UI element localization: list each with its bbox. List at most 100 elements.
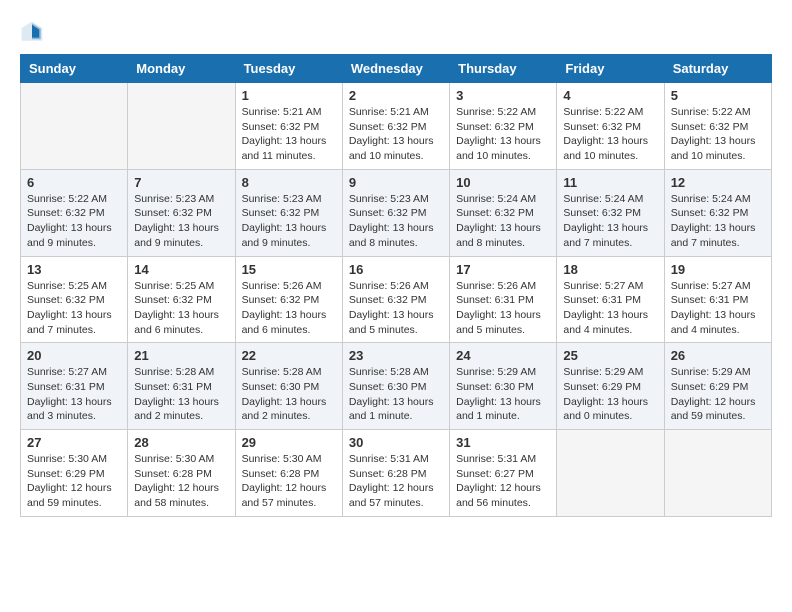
day-info: Sunrise: 5:28 AM Sunset: 6:30 PM Dayligh… xyxy=(349,365,443,424)
day-number: 25 xyxy=(563,348,657,363)
day-number: 31 xyxy=(456,435,550,450)
calendar-cell: 7 Sunrise: 5:23 AM Sunset: 6:32 PM Daylig… xyxy=(128,169,235,256)
day-info: Sunrise: 5:28 AM Sunset: 6:30 PM Dayligh… xyxy=(242,365,336,424)
calendar-week-1: 1 Sunrise: 5:21 AM Sunset: 6:32 PM Daylig… xyxy=(21,83,772,170)
calendar-header-wednesday: Wednesday xyxy=(342,55,449,83)
day-number: 17 xyxy=(456,262,550,277)
day-number: 15 xyxy=(242,262,336,277)
day-info: Sunrise: 5:24 AM Sunset: 6:32 PM Dayligh… xyxy=(456,192,550,251)
day-number: 30 xyxy=(349,435,443,450)
calendar-cell: 14 Sunrise: 5:25 AM Sunset: 6:32 PM Dayli… xyxy=(128,256,235,343)
calendar-cell: 21 Sunrise: 5:28 AM Sunset: 6:31 PM Dayli… xyxy=(128,343,235,430)
day-number: 16 xyxy=(349,262,443,277)
day-number: 13 xyxy=(27,262,121,277)
day-number: 12 xyxy=(671,175,765,190)
calendar-cell: 13 Sunrise: 5:25 AM Sunset: 6:32 PM Dayli… xyxy=(21,256,128,343)
day-info: Sunrise: 5:22 AM Sunset: 6:32 PM Dayligh… xyxy=(27,192,121,251)
day-info: Sunrise: 5:24 AM Sunset: 6:32 PM Dayligh… xyxy=(563,192,657,251)
day-info: Sunrise: 5:23 AM Sunset: 6:32 PM Dayligh… xyxy=(349,192,443,251)
calendar-cell: 15Sunrise: 5:26 AM Sunset: 6:32 PM Dayli… xyxy=(235,256,342,343)
calendar-cell: 23Sunrise: 5:28 AM Sunset: 6:30 PM Dayli… xyxy=(342,343,449,430)
day-number: 11 xyxy=(563,175,657,190)
calendar-cell xyxy=(664,430,771,517)
day-info: Sunrise: 5:30 AM Sunset: 6:28 PM Dayligh… xyxy=(242,452,336,511)
calendar-cell: 28 Sunrise: 5:30 AM Sunset: 6:28 PM Dayli… xyxy=(128,430,235,517)
day-info: Sunrise: 5:22 AM Sunset: 6:32 PM Dayligh… xyxy=(671,105,765,164)
calendar-cell: 5 Sunrise: 5:22 AM Sunset: 6:32 PM Daylig… xyxy=(664,83,771,170)
day-number: 26 xyxy=(671,348,765,363)
logo-icon xyxy=(20,20,44,44)
day-number: 22 xyxy=(242,348,336,363)
logo xyxy=(20,20,48,44)
calendar-cell xyxy=(128,83,235,170)
day-info: Sunrise: 5:26 AM Sunset: 6:31 PM Dayligh… xyxy=(456,279,550,338)
calendar-cell: 11 Sunrise: 5:24 AM Sunset: 6:32 PM Dayli… xyxy=(557,169,664,256)
day-info: Sunrise: 5:30 AM Sunset: 6:28 PM Dayligh… xyxy=(134,452,228,511)
day-info: Sunrise: 5:25 AM Sunset: 6:32 PM Dayligh… xyxy=(134,279,228,338)
calendar-cell: 18 Sunrise: 5:27 AM Sunset: 6:31 PM Dayli… xyxy=(557,256,664,343)
day-number: 20 xyxy=(27,348,121,363)
calendar-cell: 30 Sunrise: 5:31 AM Sunset: 6:28 PM Dayli… xyxy=(342,430,449,517)
calendar-week-2: 6 Sunrise: 5:22 AM Sunset: 6:32 PM Daylig… xyxy=(21,169,772,256)
day-number: 5 xyxy=(671,88,765,103)
calendar-week-4: 20Sunrise: 5:27 AM Sunset: 6:31 PM Dayli… xyxy=(21,343,772,430)
day-number: 24 xyxy=(456,348,550,363)
calendar-week-3: 13 Sunrise: 5:25 AM Sunset: 6:32 PM Dayli… xyxy=(21,256,772,343)
calendar-header-tuesday: Tuesday xyxy=(235,55,342,83)
day-number: 27 xyxy=(27,435,121,450)
day-info: Sunrise: 5:25 AM Sunset: 6:32 PM Dayligh… xyxy=(27,279,121,338)
day-info: Sunrise: 5:27 AM Sunset: 6:31 PM Dayligh… xyxy=(671,279,765,338)
calendar-cell: 4 Sunrise: 5:22 AM Sunset: 6:32 PM Daylig… xyxy=(557,83,664,170)
day-info: Sunrise: 5:22 AM Sunset: 6:32 PM Dayligh… xyxy=(563,105,657,164)
day-number: 9 xyxy=(349,175,443,190)
calendar-cell: 26 Sunrise: 5:29 AM Sunset: 6:29 PM Dayli… xyxy=(664,343,771,430)
day-number: 1 xyxy=(242,88,336,103)
day-info: Sunrise: 5:23 AM Sunset: 6:32 PM Dayligh… xyxy=(242,192,336,251)
day-info: Sunrise: 5:26 AM Sunset: 6:32 PM Dayligh… xyxy=(349,279,443,338)
day-number: 7 xyxy=(134,175,228,190)
day-info: Sunrise: 5:24 AM Sunset: 6:32 PM Dayligh… xyxy=(671,192,765,251)
calendar-cell: 20Sunrise: 5:27 AM Sunset: 6:31 PM Dayli… xyxy=(21,343,128,430)
calendar-cell: 6 Sunrise: 5:22 AM Sunset: 6:32 PM Daylig… xyxy=(21,169,128,256)
day-number: 28 xyxy=(134,435,228,450)
calendar-cell: 17 Sunrise: 5:26 AM Sunset: 6:31 PM Dayli… xyxy=(450,256,557,343)
calendar-header-monday: Monday xyxy=(128,55,235,83)
day-info: Sunrise: 5:29 AM Sunset: 6:30 PM Dayligh… xyxy=(456,365,550,424)
day-number: 21 xyxy=(134,348,228,363)
day-number: 4 xyxy=(563,88,657,103)
calendar-cell: 25 Sunrise: 5:29 AM Sunset: 6:29 PM Dayli… xyxy=(557,343,664,430)
calendar-cell: 9 Sunrise: 5:23 AM Sunset: 6:32 PM Daylig… xyxy=(342,169,449,256)
day-info: Sunrise: 5:21 AM Sunset: 6:32 PM Dayligh… xyxy=(349,105,443,164)
calendar-cell: 2 Sunrise: 5:21 AM Sunset: 6:32 PM Daylig… xyxy=(342,83,449,170)
calendar-cell: 27 Sunrise: 5:30 AM Sunset: 6:29 PM Dayli… xyxy=(21,430,128,517)
day-info: Sunrise: 5:27 AM Sunset: 6:31 PM Dayligh… xyxy=(563,279,657,338)
day-number: 29 xyxy=(242,435,336,450)
calendar-cell: 29 Sunrise: 5:30 AM Sunset: 6:28 PM Dayli… xyxy=(235,430,342,517)
calendar-cell: 10 Sunrise: 5:24 AM Sunset: 6:32 PM Dayli… xyxy=(450,169,557,256)
calendar-table: SundayMondayTuesdayWednesdayThursdayFrid… xyxy=(20,54,772,517)
calendar-cell: 16 Sunrise: 5:26 AM Sunset: 6:32 PM Dayli… xyxy=(342,256,449,343)
day-info: Sunrise: 5:29 AM Sunset: 6:29 PM Dayligh… xyxy=(671,365,765,424)
calendar-cell xyxy=(557,430,664,517)
day-info: Sunrise: 5:23 AM Sunset: 6:32 PM Dayligh… xyxy=(134,192,228,251)
day-info: Sunrise: 5:30 AM Sunset: 6:29 PM Dayligh… xyxy=(27,452,121,511)
day-number: 2 xyxy=(349,88,443,103)
day-number: 14 xyxy=(134,262,228,277)
day-number: 18 xyxy=(563,262,657,277)
calendar-header-saturday: Saturday xyxy=(664,55,771,83)
day-number: 8 xyxy=(242,175,336,190)
day-number: 6 xyxy=(27,175,121,190)
calendar-header-friday: Friday xyxy=(557,55,664,83)
calendar-week-5: 27 Sunrise: 5:30 AM Sunset: 6:29 PM Dayli… xyxy=(21,430,772,517)
calendar-cell: 12 Sunrise: 5:24 AM Sunset: 6:32 PM Dayli… xyxy=(664,169,771,256)
calendar-cell: 1Sunrise: 5:21 AM Sunset: 6:32 PM Daylig… xyxy=(235,83,342,170)
calendar-header-thursday: Thursday xyxy=(450,55,557,83)
calendar-header-sunday: Sunday xyxy=(21,55,128,83)
calendar-cell: 8 Sunrise: 5:23 AM Sunset: 6:32 PM Daylig… xyxy=(235,169,342,256)
day-info: Sunrise: 5:31 AM Sunset: 6:28 PM Dayligh… xyxy=(349,452,443,511)
day-info: Sunrise: 5:29 AM Sunset: 6:29 PM Dayligh… xyxy=(563,365,657,424)
calendar-cell: 3Sunrise: 5:22 AM Sunset: 6:32 PM Daylig… xyxy=(450,83,557,170)
day-number: 10 xyxy=(456,175,550,190)
calendar-cell xyxy=(21,83,128,170)
day-info: Sunrise: 5:28 AM Sunset: 6:31 PM Dayligh… xyxy=(134,365,228,424)
